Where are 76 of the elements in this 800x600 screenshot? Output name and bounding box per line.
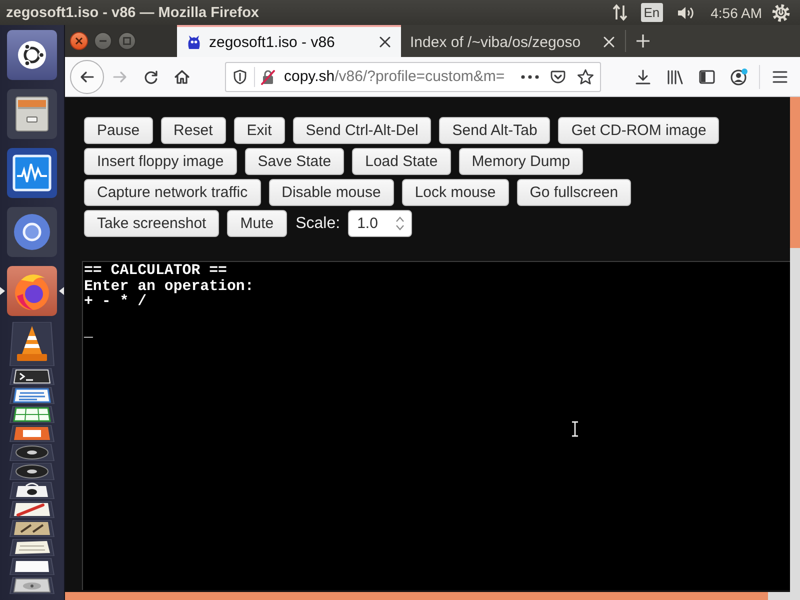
address-bar[interactable]: copy.sh/v86/?profile=custom&m= (225, 62, 601, 92)
clock[interactable]: 4:56 AM (710, 4, 762, 20)
pencil-icon[interactable] (7, 501, 57, 518)
action-button[interactable]: Send Alt-Tab (439, 117, 550, 144)
menu-icon (772, 70, 788, 82)
more-icon[interactable] (521, 74, 539, 78)
presentation-icon[interactable] (7, 425, 57, 442)
reload-icon (142, 68, 158, 84)
spinner-arrows-icon[interactable] (395, 215, 406, 232)
spreadsheet-icon[interactable] (7, 406, 57, 423)
scale-field[interactable]: 1.0 (348, 210, 412, 237)
window-title: zegosoft1.iso - v86 — Mozilla Firefox (6, 4, 260, 20)
bag-icon[interactable] (7, 482, 57, 499)
file-cabinet-icon[interactable] (7, 89, 57, 139)
insecure-lock-icon[interactable] (260, 68, 276, 84)
scale-label: Scale: (296, 214, 340, 232)
text-cursor: _ (84, 326, 93, 342)
logo-icon[interactable] (7, 30, 57, 80)
home-icon (174, 68, 190, 84)
action-button[interactable]: Insert floppy image (84, 148, 237, 175)
emulator-screen[interactable]: == CALCULATOR == Enter an operation: + - * / _ (82, 261, 790, 590)
action-button[interactable]: Go fullscreen (516, 179, 632, 206)
sidebar-icon (699, 70, 715, 84)
drive-icon[interactable] (7, 577, 57, 594)
action-button[interactable]: Get CD-ROM image (558, 117, 720, 144)
minimize-button[interactable] (94, 32, 112, 50)
forward-arrow-icon (112, 68, 128, 84)
terminal-text: == CALCULATOR == (84, 264, 227, 279)
tab[interactable]: zegosoft1.iso - v86 (177, 25, 401, 57)
traffic-cone-icon[interactable] (7, 322, 57, 366)
close-button[interactable] (70, 32, 88, 50)
action-button[interactable]: Capture network traffic (84, 179, 261, 206)
i-beam-pointer-icon (571, 421, 579, 437)
action-button[interactable]: Take screenshot (84, 210, 220, 237)
back-button[interactable] (70, 60, 104, 94)
vertical-scrollbar[interactable] (790, 97, 800, 600)
gear-icon[interactable] (772, 4, 790, 22)
activity-monitor-icon[interactable] (7, 148, 57, 198)
action-button[interactable]: Save State (244, 148, 344, 175)
plus-icon (636, 34, 650, 48)
document-icon[interactable] (7, 387, 57, 404)
close-icon (75, 37, 83, 45)
card-icon[interactable] (7, 558, 57, 575)
keyboard-layout-indicator[interactable]: En (640, 3, 663, 22)
action-button[interactable]: Memory Dump (458, 148, 584, 175)
star-icon[interactable] (577, 68, 594, 84)
action-button[interactable]: Load State (352, 148, 451, 175)
action-button[interactable]: Mute (227, 210, 287, 237)
terminal-text: + - * / (84, 295, 147, 311)
scrollbar-thumb[interactable] (790, 97, 800, 248)
action-button[interactable]: Disable mouse (268, 179, 394, 206)
account-icon (730, 69, 746, 85)
back-arrow-icon (79, 68, 95, 84)
url-text[interactable]: copy.sh/v86/?profile=custom&m= (284, 68, 521, 85)
shield-icon[interactable] (232, 68, 248, 84)
action-button[interactable]: Pause (84, 117, 153, 144)
tools-icon[interactable] (7, 520, 57, 537)
transfer-arrows-icon[interactable] (612, 4, 628, 21)
action-button[interactable]: Exit (234, 117, 285, 144)
action-button[interactable]: Reset (160, 117, 226, 144)
library-icon (668, 70, 683, 84)
action-button[interactable]: Send Ctrl-Alt-Del (292, 117, 432, 144)
maximize-icon (123, 37, 131, 45)
browser-icon[interactable] (7, 266, 57, 316)
action-button[interactable]: Lock mouse (402, 179, 509, 206)
download-icon (636, 69, 650, 84)
pocket-icon[interactable] (550, 68, 566, 84)
paper-icon[interactable] (7, 539, 57, 556)
volume-icon[interactable] (676, 4, 695, 20)
tab[interactable]: Index of /~viba/os/zegoso (401, 25, 625, 57)
maximize-button[interactable] (118, 32, 136, 50)
minimize-icon (99, 37, 107, 45)
close-icon[interactable] (379, 36, 391, 48)
browser-icon[interactable] (7, 207, 57, 257)
terminal-text: Enter an operation: (84, 280, 254, 295)
terminal-icon[interactable] (7, 368, 57, 385)
